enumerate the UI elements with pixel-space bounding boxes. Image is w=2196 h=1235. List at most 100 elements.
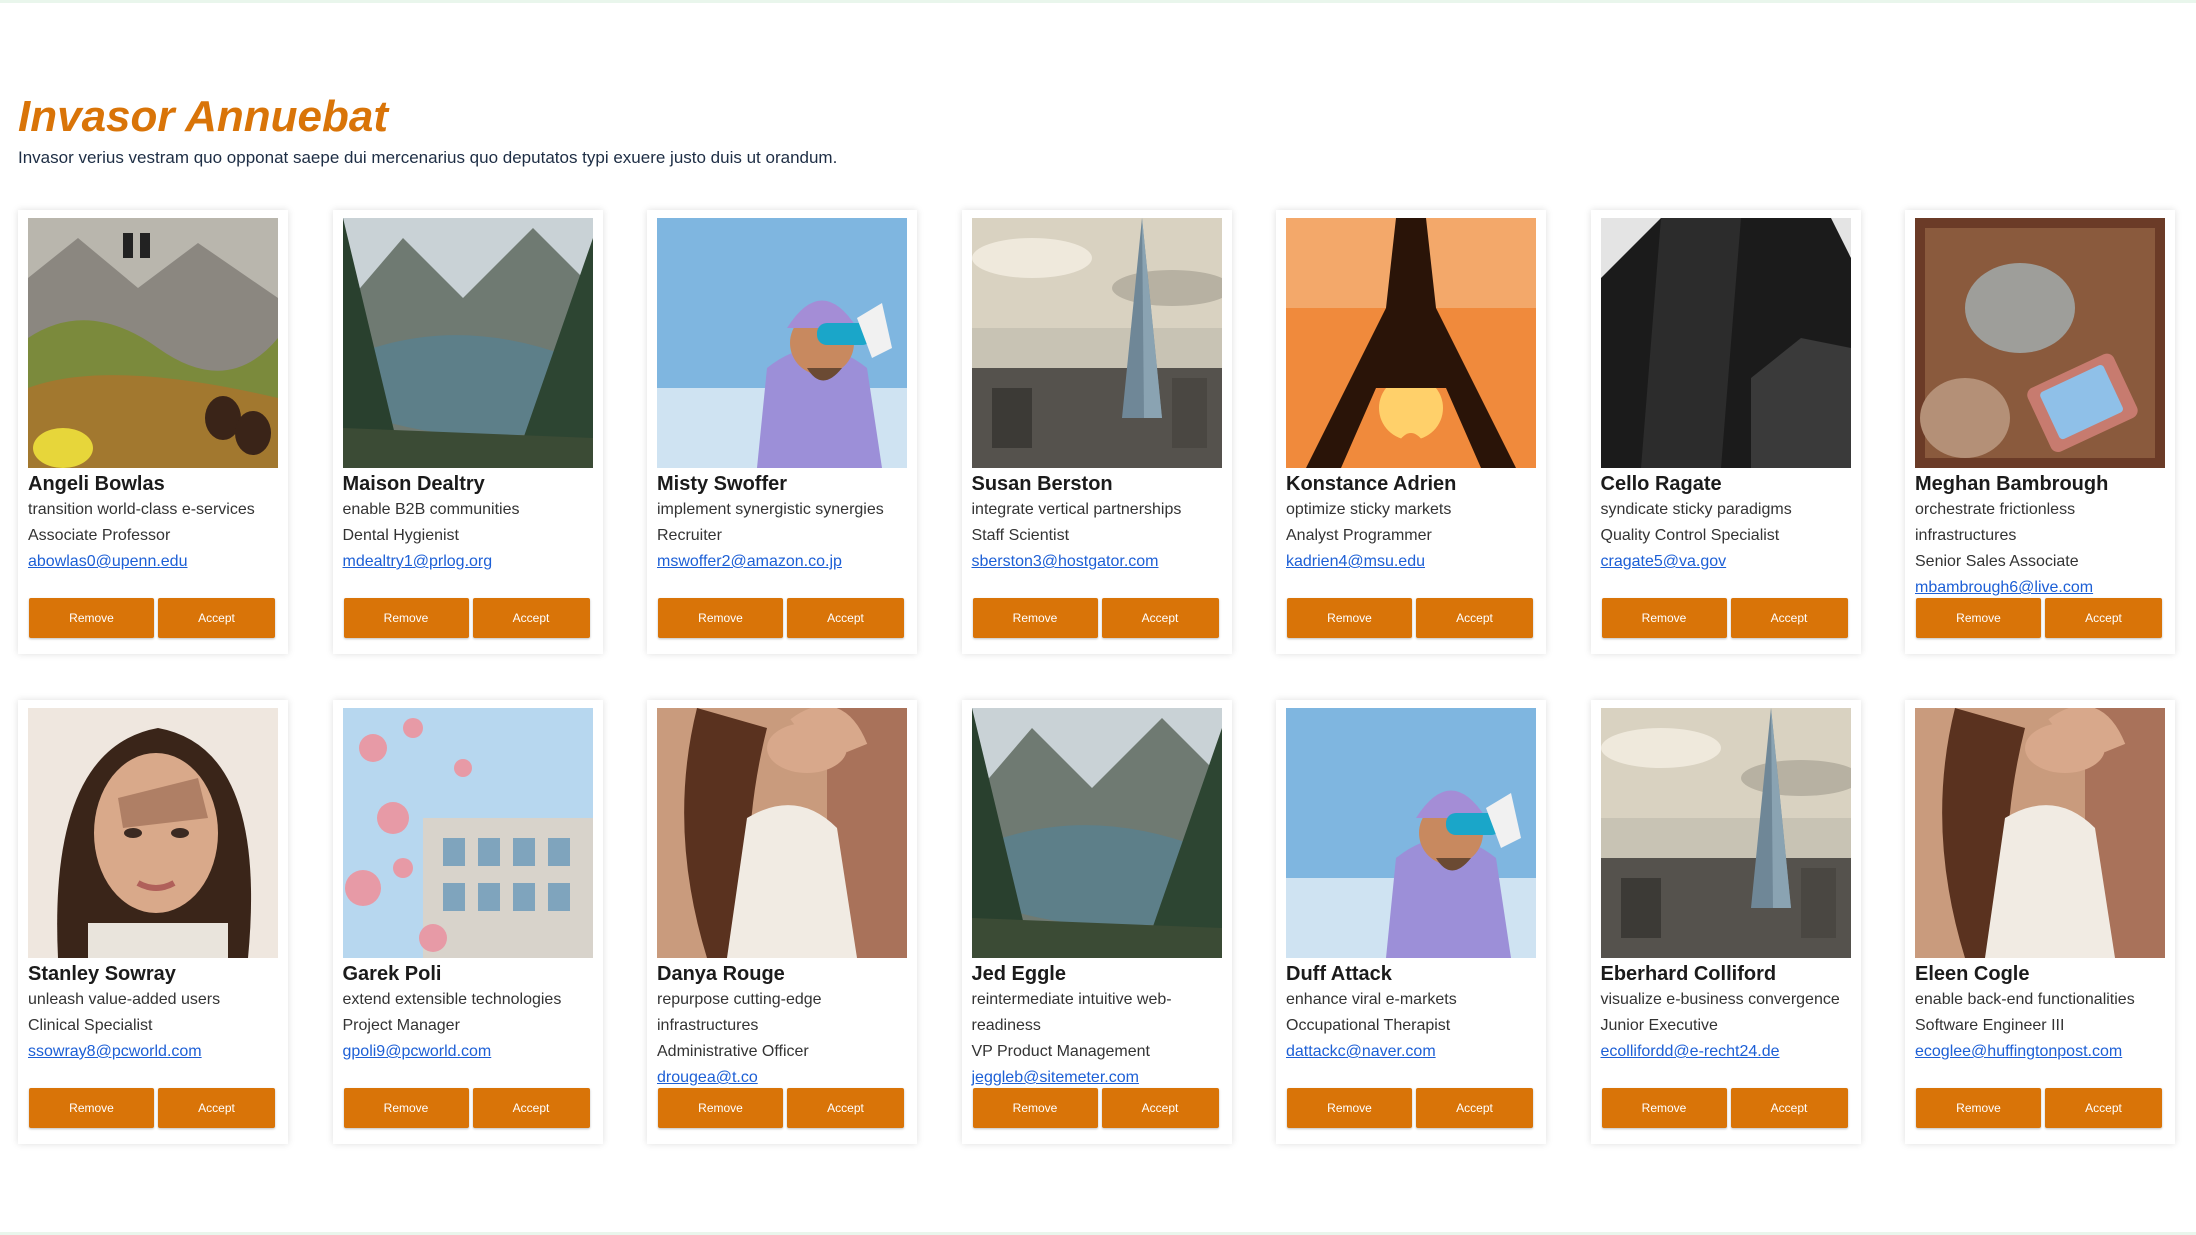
accept-button[interactable]: Accept: [1101, 598, 1219, 638]
profile-role: Staff Scientist: [971, 527, 1070, 544]
profile-role: Software Engineer III: [1915, 1017, 2065, 1034]
card-actions: Remove Accept: [343, 1088, 590, 1128]
card-actions: Remove Accept: [1287, 598, 1533, 638]
profile-role: Senior Sales Associate: [1915, 553, 2079, 570]
skyscraper-city-image: [1600, 708, 1851, 958]
profile-card-1: Angeli Bowlas transition world-class e-s…: [18, 210, 288, 654]
profile-photo: [28, 708, 278, 958]
accept-button[interactable]: Accept: [787, 1088, 904, 1128]
remove-button[interactable]: Remove: [1287, 1088, 1412, 1128]
remove-button[interactable]: Remove: [29, 598, 154, 638]
mountain-jump-image: [28, 218, 278, 468]
lake-valley-image: [971, 708, 1222, 958]
remove-button[interactable]: Remove: [658, 1088, 783, 1128]
profile-role: Administrative Officer: [657, 1043, 809, 1060]
profile-card-7: Meghan Bambrough orchestrate frictionles…: [1905, 210, 2175, 654]
profile-photo: [1915, 218, 2165, 468]
profile-name: Jed Eggle: [971, 963, 1066, 985]
profile-card-6: Cello Ragate syndicate sticky paradigms …: [1590, 210, 1861, 654]
profile-name: Susan Berston: [971, 473, 1113, 495]
profile-card-5: Konstance Adrien optimize sticky markets…: [1276, 210, 1546, 654]
accept-button[interactable]: Accept: [158, 1088, 275, 1128]
profile-name: Eleen Cogle: [1915, 963, 2030, 985]
card-actions: Remove Accept: [343, 598, 590, 638]
lake-valley-image: [342, 218, 593, 468]
accept-button[interactable]: Accept: [1730, 1088, 1848, 1128]
card-grid: Angeli Bowlas transition world-class e-s…: [18, 210, 2175, 1144]
accept-button[interactable]: Accept: [1730, 598, 1848, 638]
woman-dress-image: [1915, 708, 2165, 958]
profile-tagline: optimize sticky markets: [1286, 501, 1452, 518]
profile-role: VP Product Management: [971, 1043, 1150, 1060]
accept-button[interactable]: Accept: [787, 598, 904, 638]
remove-button[interactable]: Remove: [1916, 598, 2041, 638]
dark-building-image: [1600, 218, 1851, 468]
profile-tagline: syndicate sticky paradigms: [1600, 501, 1792, 518]
portrait-woman-image: [28, 708, 278, 958]
card-actions: Remove Accept: [1916, 1088, 2162, 1128]
accept-button[interactable]: Accept: [2045, 1088, 2162, 1128]
profile-photo: [1286, 708, 1536, 958]
profile-card-14: Eleen Cogle enable back-end functionalit…: [1905, 700, 2175, 1144]
profile-email-link[interactable]: dattackc@naver.com: [1286, 1039, 1536, 1065]
profile-role: Recruiter: [657, 527, 722, 544]
skyscraper-city-image: [971, 218, 1222, 468]
card-actions: Remove Accept: [658, 1088, 904, 1128]
profile-email-link[interactable]: cragate5@va.gov: [1601, 549, 1851, 575]
remove-button[interactable]: Remove: [1916, 1088, 2041, 1128]
profile-email-link[interactable]: sberston3@hostgator.com: [972, 549, 1222, 575]
accept-button[interactable]: Accept: [1416, 598, 1533, 638]
profile-tagline: transition world-class e-services: [28, 501, 255, 518]
profile-email-link[interactable]: gpoli9@pcworld.com: [343, 1039, 593, 1065]
remove-button[interactable]: Remove: [1601, 598, 1727, 638]
profile-email-link[interactable]: kadrien4@msu.edu: [1286, 549, 1536, 575]
profile-tagline: enhance viral e-markets: [1286, 991, 1457, 1008]
blossom-building-image: [342, 708, 593, 958]
accept-button[interactable]: Accept: [472, 1088, 590, 1128]
profile-name: Angeli Bowlas: [28, 473, 165, 495]
accept-button[interactable]: Accept: [1416, 1088, 1533, 1128]
remove-button[interactable]: Remove: [972, 598, 1098, 638]
remove-button[interactable]: Remove: [1287, 598, 1412, 638]
accept-button[interactable]: Accept: [2045, 598, 2162, 638]
profile-name: Konstance Adrien: [1286, 473, 1457, 495]
profile-email-link[interactable]: abowlas0@upenn.edu: [28, 549, 278, 575]
profile-email-link[interactable]: ssowray8@pcworld.com: [28, 1039, 278, 1065]
card-actions: Remove Accept: [1601, 1088, 1848, 1128]
accept-button[interactable]: Accept: [1101, 1088, 1219, 1128]
profile-name: Meghan Bambrough: [1915, 473, 2109, 495]
remove-button[interactable]: Remove: [1601, 1088, 1727, 1128]
profile-role: Occupational Therapist: [1286, 1017, 1451, 1034]
profile-photo: [342, 708, 593, 958]
profile-role: Analyst Programmer: [1286, 527, 1432, 544]
profile-photo: [971, 708, 1222, 958]
profile-name: Stanley Sowray: [28, 963, 176, 985]
profile-photo: [28, 218, 278, 468]
remove-button[interactable]: Remove: [343, 1088, 469, 1128]
profile-email-link[interactable]: ecoglee@huffingtonpost.com: [1915, 1039, 2165, 1065]
remove-button[interactable]: Remove: [29, 1088, 154, 1128]
card-actions: Remove Accept: [29, 598, 275, 638]
profile-email-link[interactable]: mswoffer2@amazon.co.jp: [657, 549, 907, 575]
remove-button[interactable]: Remove: [343, 598, 469, 638]
profile-email-link[interactable]: ecollifordd@e-recht24.de: [1601, 1039, 1851, 1065]
remove-button[interactable]: Remove: [658, 598, 783, 638]
profile-role: Clinical Specialist: [28, 1017, 153, 1034]
accept-button[interactable]: Accept: [472, 598, 590, 638]
woman-dress-image: [657, 708, 907, 958]
profile-photo: [657, 218, 907, 468]
profile-role: Dental Hygienist: [342, 527, 460, 544]
profile-tagline: integrate vertical partnerships: [971, 501, 1182, 518]
card-actions: Remove Accept: [972, 598, 1219, 638]
profile-photo: [971, 218, 1222, 468]
profile-photo: [657, 708, 907, 958]
card-actions: Remove Accept: [658, 598, 904, 638]
remove-button[interactable]: Remove: [972, 1088, 1098, 1128]
accept-button[interactable]: Accept: [158, 598, 275, 638]
profile-email-link[interactable]: mdealtry1@prlog.org: [343, 549, 593, 575]
profile-tagline: enable back-end functionalities: [1915, 991, 2135, 1008]
profile-photo: [1286, 218, 1536, 468]
profile-tagline: unleash value-added users: [28, 991, 221, 1008]
profile-name: Danya Rouge: [657, 963, 785, 985]
suitcase-phone-image: [1915, 218, 2165, 468]
